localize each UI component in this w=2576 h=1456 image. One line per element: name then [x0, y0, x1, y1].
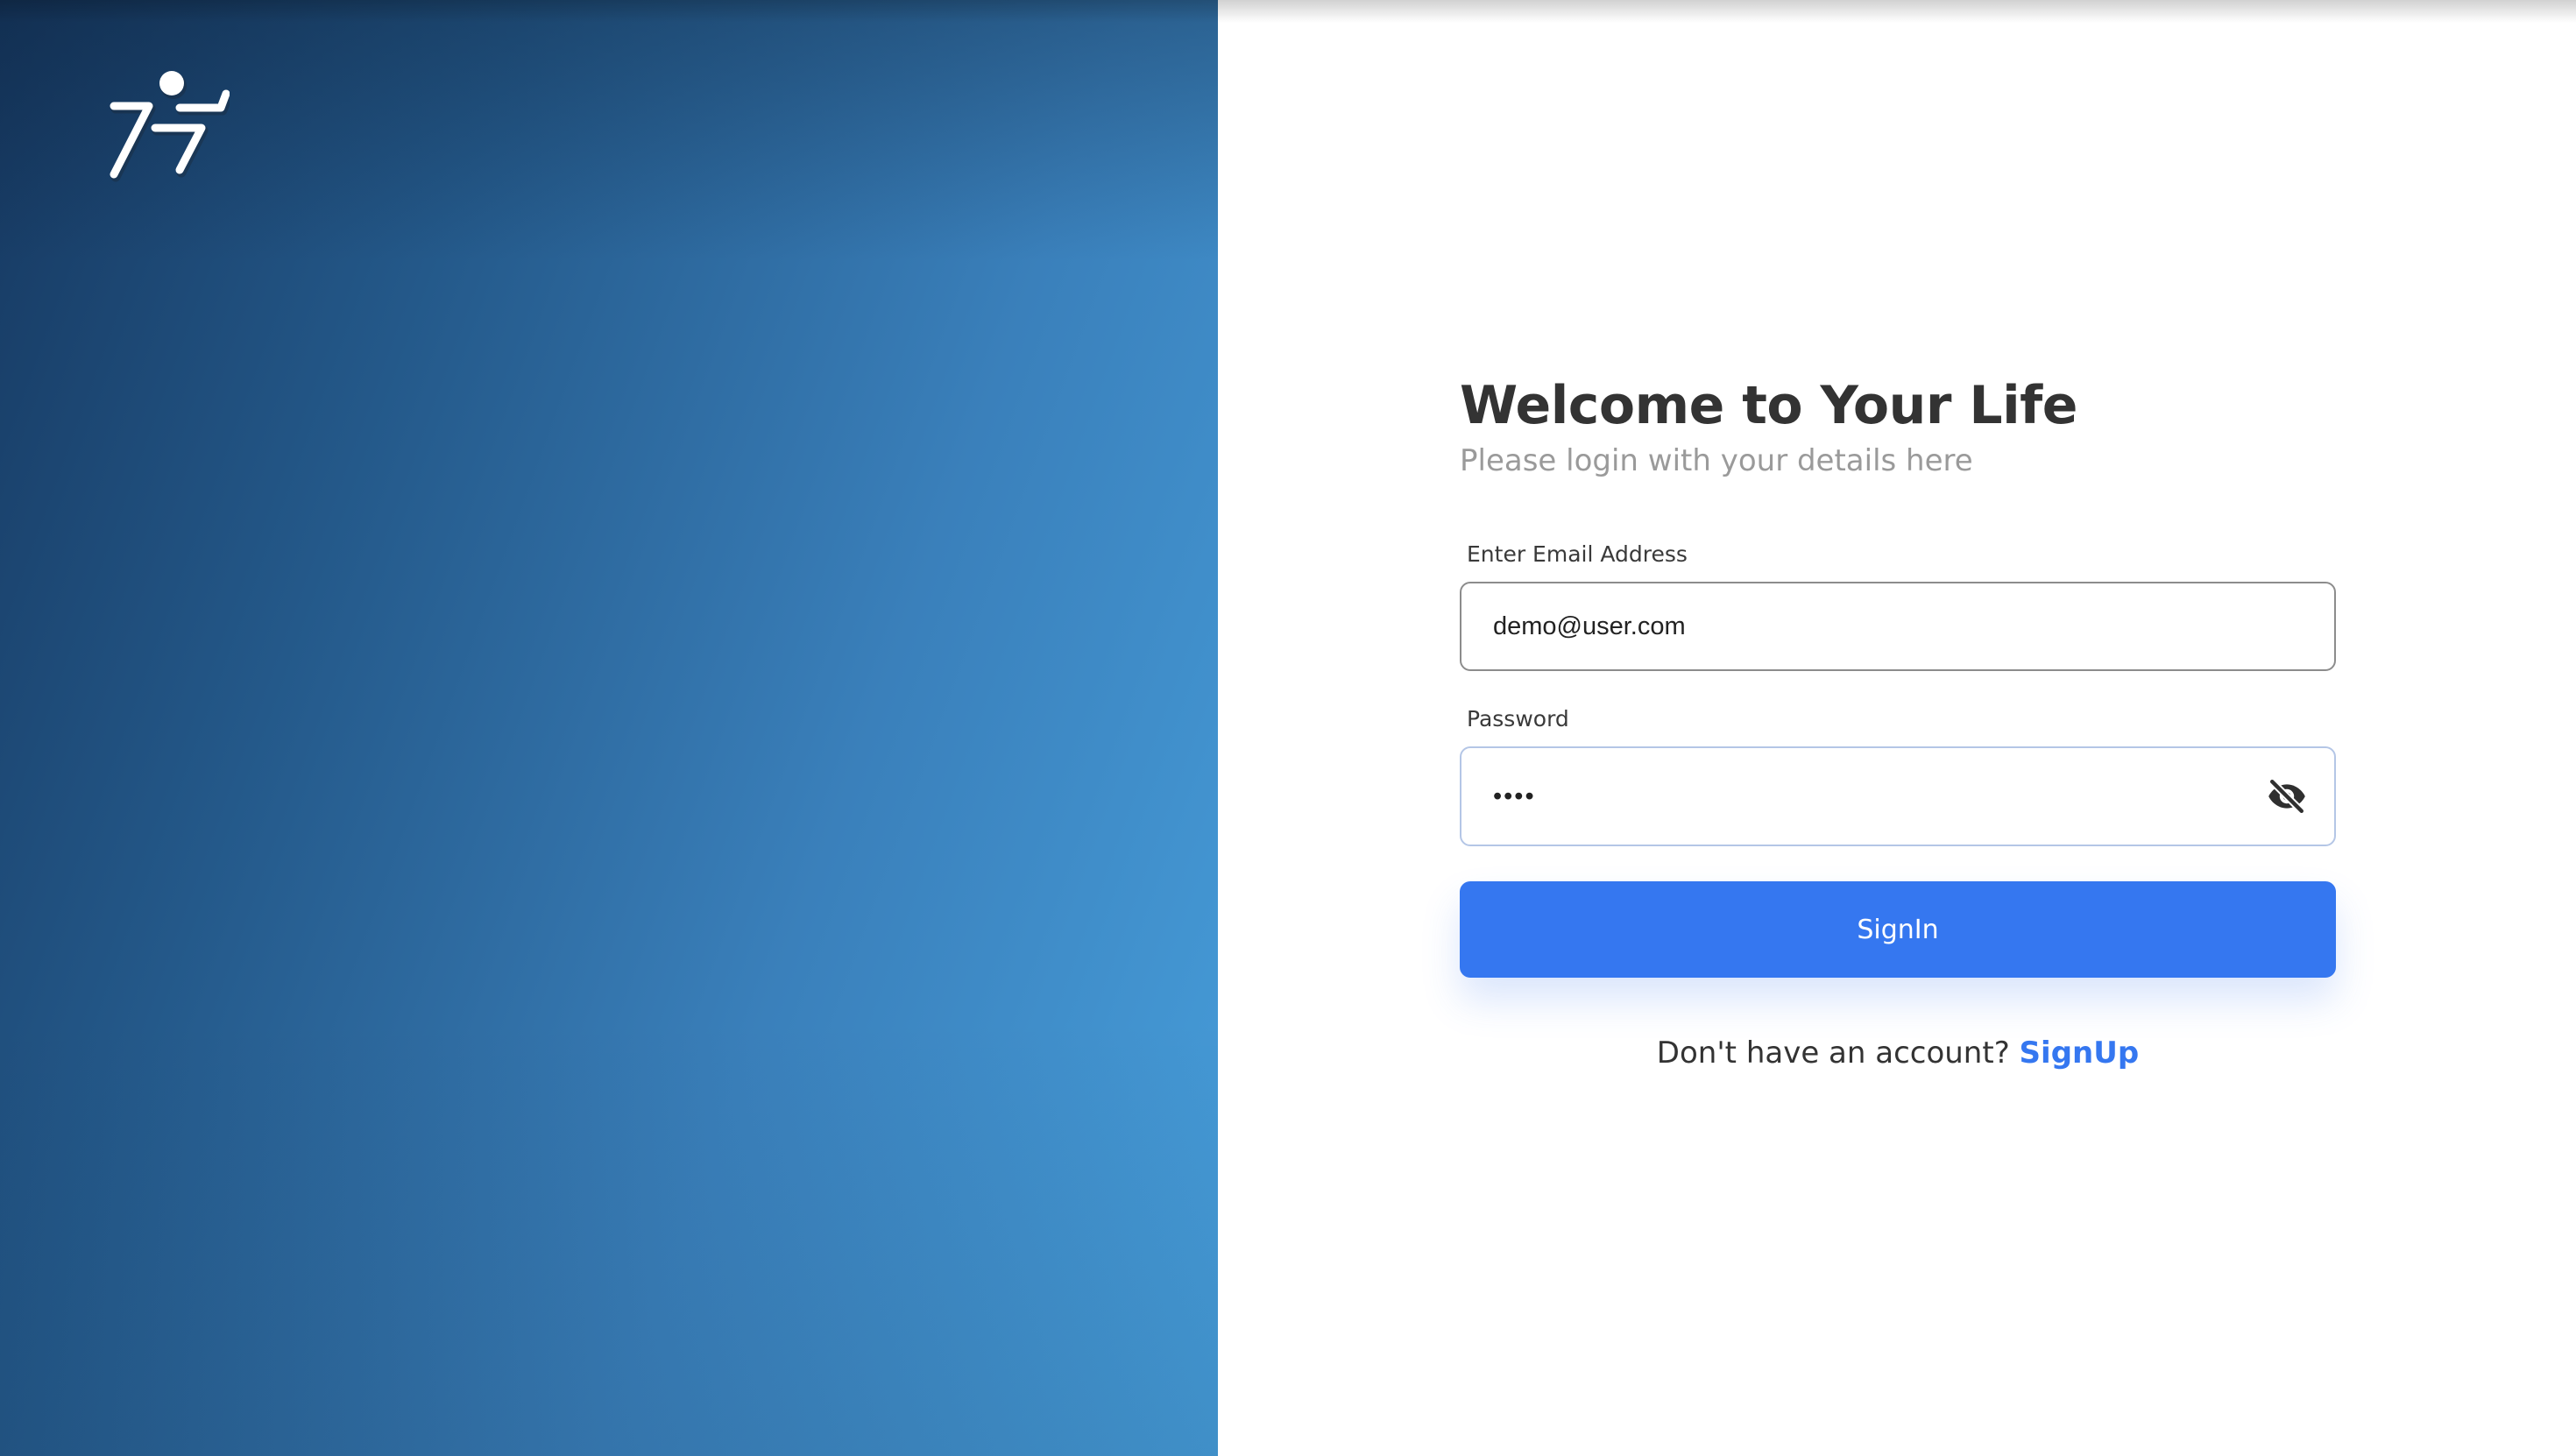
- signup-row: Don't have an account? SignUp: [1460, 1035, 2336, 1071]
- brand-panel: [0, 0, 1218, 1456]
- running-person-icon: [110, 71, 230, 182]
- login-page: Welcome to Your Life Please login with y…: [0, 0, 2576, 1456]
- login-panel: Welcome to Your Life Please login with y…: [1218, 0, 2576, 1456]
- page-subtitle: Please login with your details here: [1460, 443, 1973, 478]
- password-field[interactable]: [1461, 748, 2334, 845]
- signin-button[interactable]: SignIn: [1460, 881, 2336, 978]
- password-field-container: [1460, 746, 2336, 846]
- email-field-container: [1460, 582, 2336, 671]
- signup-prompt: Don't have an account?: [1656, 1035, 2010, 1071]
- email-field[interactable]: [1461, 583, 2334, 669]
- login-form: Welcome to Your Life Please login with y…: [1460, 368, 2336, 1071]
- email-label: Enter Email Address: [1467, 541, 1688, 567]
- signup-link[interactable]: SignUp: [2020, 1035, 2140, 1071]
- eye-off-icon[interactable]: [2266, 775, 2308, 817]
- page-title: Welcome to Your Life: [1460, 375, 2077, 436]
- password-label: Password: [1467, 706, 1569, 732]
